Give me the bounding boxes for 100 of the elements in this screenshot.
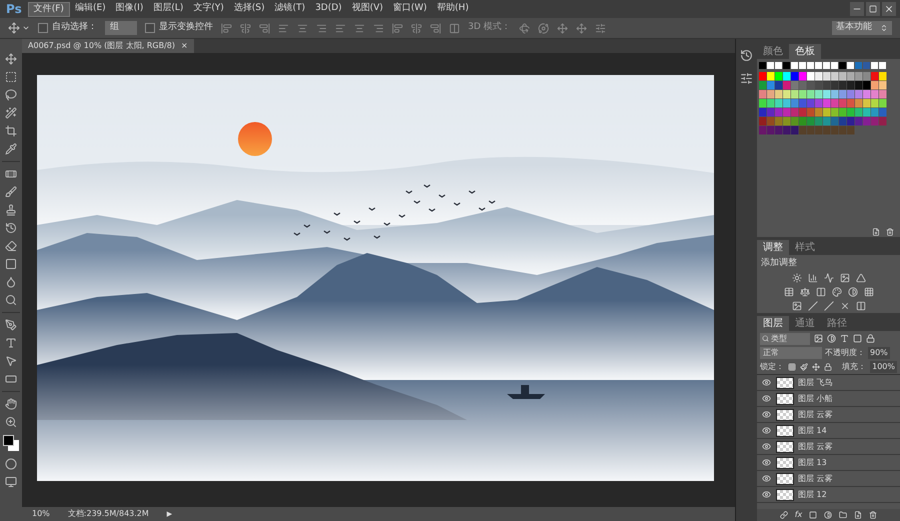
distribute-icon[interactable]	[392, 22, 403, 34]
quick-mask-icon[interactable]	[5, 458, 17, 470]
adjustment-layer-icon[interactable]	[824, 511, 832, 519]
menu-item[interactable]: 视图(V)	[346, 2, 388, 16]
new-swatch-icon[interactable]	[872, 228, 880, 236]
properties-icon[interactable]	[740, 72, 753, 85]
mask-icon[interactable]	[809, 511, 818, 519]
color-swatches-drawing[interactable]	[2, 434, 20, 452]
adjustment-icon[interactable]	[840, 300, 850, 310]
align-icon[interactable]	[240, 22, 251, 34]
new-layer-icon[interactable]	[854, 511, 862, 519]
visibility-toggle[interactable]	[760, 426, 772, 435]
stamp-icon[interactable]	[5, 204, 17, 216]
eyedropper-icon[interactable]	[5, 143, 17, 155]
distribute-icon[interactable]	[411, 22, 422, 34]
layer-row[interactable]: 图层 云雾	[757, 407, 900, 423]
slide-3d-icon[interactable]	[576, 22, 587, 34]
lock-pixels-icon[interactable]	[800, 363, 808, 371]
visibility-toggle[interactable]	[760, 378, 772, 387]
lock-transparency-icon[interactable]	[788, 363, 796, 371]
align-icon[interactable]	[316, 22, 327, 34]
filter-icon[interactable]	[827, 334, 836, 343]
layer-row[interactable]: 图层 14	[757, 423, 900, 439]
drag-3d-icon[interactable]	[556, 22, 568, 34]
auto-select-dropdown[interactable]: 组	[105, 21, 137, 35]
link-icon[interactable]	[780, 511, 788, 519]
panel-tab[interactable]: 路径	[821, 316, 853, 331]
adjustment-icon[interactable]	[848, 286, 858, 296]
marquee-tool-icon[interactable]	[5, 71, 17, 83]
distribute-icon[interactable]	[354, 22, 365, 34]
menu-item[interactable]: 文件(F)	[28, 2, 70, 16]
align-icon[interactable]	[221, 22, 232, 34]
menu-item[interactable]: 文字(Y)	[188, 2, 229, 16]
filter-icon[interactable]	[840, 334, 849, 343]
menu-item[interactable]: 图层(L)	[148, 2, 188, 16]
crop-tool-icon[interactable]	[5, 125, 17, 137]
history-brush-icon[interactable]	[5, 222, 17, 234]
distribute-icon[interactable]	[430, 22, 441, 34]
filter-icon[interactable]	[866, 334, 875, 343]
menu-item[interactable]: 图像(I)	[110, 2, 148, 16]
move-tool-icon[interactable]	[5, 53, 17, 65]
adjustment-icon[interactable]	[816, 286, 826, 296]
filter-icon[interactable]	[853, 334, 862, 343]
rotate-3d-icon[interactable]	[518, 22, 530, 34]
align-icon[interactable]	[278, 22, 289, 34]
trash-icon[interactable]	[886, 228, 894, 236]
screen-mode-icon[interactable]	[5, 476, 17, 488]
eraser-icon[interactable]	[5, 240, 17, 252]
hand-tool-icon[interactable]	[5, 398, 17, 410]
adjustment-icon[interactable]	[784, 286, 794, 296]
adjustment-icon[interactable]	[832, 286, 842, 296]
adjustment-icon[interactable]	[800, 286, 810, 296]
caret-icon[interactable]	[22, 24, 30, 32]
adjustment-icon[interactable]	[856, 272, 866, 282]
visibility-toggle[interactable]	[760, 442, 772, 451]
distribute-icon[interactable]	[373, 22, 384, 34]
adjustment-icon[interactable]	[792, 272, 802, 282]
opacity-field[interactable]: 90%	[868, 347, 890, 359]
adjustment-icon[interactable]	[824, 272, 834, 282]
layer-row[interactable]: 图层 12	[757, 487, 900, 503]
align-icon[interactable]	[259, 22, 270, 34]
pen-tool-icon[interactable]	[5, 319, 17, 331]
brush-icon[interactable]	[5, 186, 17, 198]
menu-item[interactable]: 选择(S)	[228, 2, 270, 16]
type-tool-icon[interactable]	[5, 337, 17, 349]
filter-dropdown[interactable]: 类型	[760, 332, 810, 344]
visibility-toggle[interactable]	[760, 458, 772, 467]
panel-tab[interactable]: 颜色	[757, 44, 789, 59]
auto-align-icon[interactable]	[449, 22, 460, 34]
adjustment-icon[interactable]	[864, 286, 874, 296]
adjustment-icon[interactable]	[792, 300, 802, 310]
layer-row[interactable]: 图层 飞鸟	[757, 375, 900, 391]
bandage-icon[interactable]	[5, 168, 17, 180]
distribute-icon[interactable]	[335, 22, 346, 34]
lock-position-icon[interactable]	[812, 363, 820, 371]
checkbox[interactable]	[38, 23, 48, 33]
lasso-tool-icon[interactable]	[5, 89, 17, 101]
droplet-icon[interactable]	[5, 276, 17, 288]
menu-item[interactable]: 滤镜(T)	[270, 2, 310, 16]
layer-row[interactable]: 图层 13	[757, 455, 900, 471]
visibility-toggle[interactable]	[760, 410, 772, 419]
close-icon[interactable]	[882, 2, 896, 16]
menu-item[interactable]: 窗口(W)	[388, 2, 432, 16]
fill-field[interactable]: 100%	[870, 361, 897, 373]
shape-tool-icon[interactable]	[5, 373, 17, 385]
layer-row[interactable]: 图层 云雾	[757, 471, 900, 487]
menu-item[interactable]: 帮助(H)	[432, 2, 474, 16]
minimize-icon[interactable]	[850, 2, 864, 16]
adjustment-icon[interactable]	[856, 300, 866, 310]
adjustment-icon[interactable]	[808, 272, 818, 282]
filter-icon[interactable]	[814, 334, 823, 343]
visibility-toggle[interactable]	[760, 394, 772, 403]
move-tool-icon[interactable]	[8, 22, 20, 34]
align-icon[interactable]	[297, 22, 308, 34]
maximize-icon[interactable]	[866, 2, 880, 16]
visibility-toggle[interactable]	[760, 474, 772, 483]
tab-close[interactable]: ×	[181, 40, 188, 52]
visibility-toggle[interactable]	[760, 490, 772, 499]
panel-tab[interactable]: 调整	[757, 240, 789, 255]
magic-wand-icon[interactable]	[5, 107, 17, 119]
